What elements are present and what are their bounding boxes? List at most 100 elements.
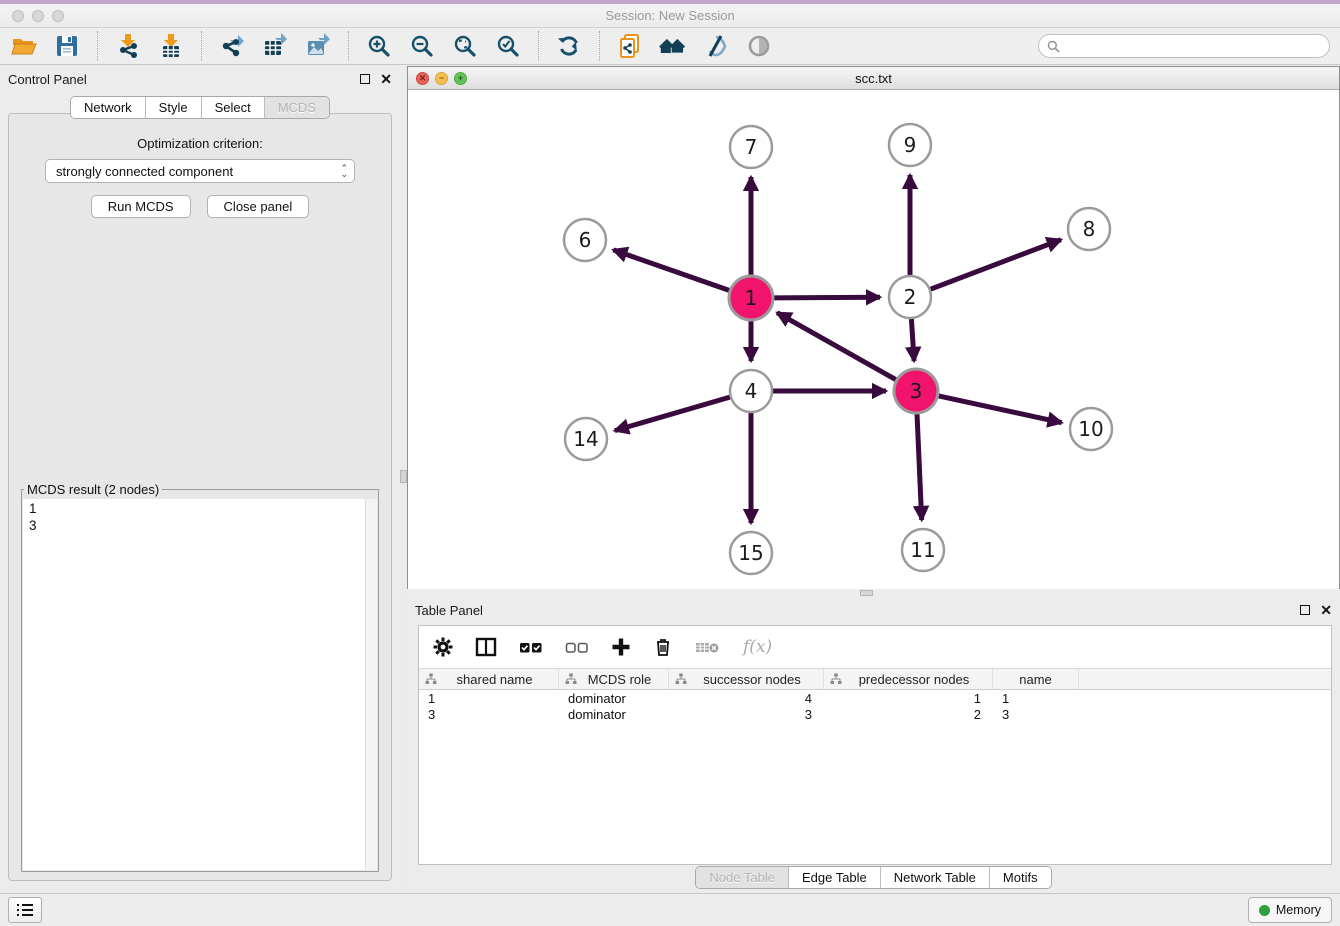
zoom-selected-button[interactable]: [494, 32, 522, 60]
tab-mcds[interactable]: MCDS: [264, 97, 329, 118]
node-label: 14: [573, 427, 598, 451]
close-panel-icon[interactable]: ✕: [380, 74, 392, 84]
graph-node-9[interactable]: 9: [889, 124, 931, 166]
control-panel-title: Control Panel: [8, 72, 360, 87]
graph-node-2[interactable]: 2: [889, 276, 931, 318]
zoom-out-button[interactable]: [408, 32, 436, 60]
cell-MCDS-role[interactable]: dominator: [559, 707, 669, 722]
close-panel-icon[interactable]: ✕: [1320, 605, 1332, 615]
refresh-layout-button[interactable]: [555, 32, 583, 60]
cell-predecessor-nodes[interactable]: 1: [824, 691, 993, 706]
mcds-result-title: MCDS result (2 nodes): [24, 482, 162, 497]
cell-MCDS-role[interactable]: dominator: [559, 691, 669, 706]
graph-node-14[interactable]: 14: [565, 418, 607, 460]
table-settings-button[interactable]: [433, 637, 453, 657]
select-all-button[interactable]: [519, 637, 543, 657]
save-floppy-icon: [54, 33, 80, 59]
close-panel-button[interactable]: Close panel: [207, 195, 310, 218]
tab-network-table[interactable]: Network Table: [880, 867, 989, 888]
result-scrollbar[interactable]: [365, 499, 377, 870]
memory-button[interactable]: Memory: [1248, 897, 1332, 923]
export-network-button[interactable]: [218, 32, 246, 60]
cell-predecessor-nodes[interactable]: 2: [824, 707, 993, 722]
node-label: 15: [738, 541, 763, 565]
vertical-splitter[interactable]: [400, 66, 407, 888]
graph-node-11[interactable]: 11: [902, 529, 944, 571]
float-panel-icon[interactable]: [360, 74, 370, 84]
graph-node-10[interactable]: 10: [1070, 408, 1112, 450]
graph-edge-1-2[interactable]: [773, 297, 880, 298]
home-button[interactable]: [659, 32, 687, 60]
zoom-fit-button[interactable]: [451, 32, 479, 60]
search-field[interactable]: [1038, 34, 1330, 58]
column-header-shared-name[interactable]: shared name: [419, 669, 559, 689]
table-toolbar: f(x): [419, 626, 1331, 668]
graph-edge-2-3[interactable]: [911, 319, 914, 361]
graph-edge-3-1[interactable]: [777, 313, 897, 380]
table-panel-header: Table Panel ✕: [407, 597, 1340, 623]
mcds-result-list[interactable]: 1 3: [23, 499, 365, 870]
network-window-titlebar[interactable]: ✕ − + scc.txt: [408, 67, 1339, 90]
table-panel-title: Table Panel: [415, 603, 1300, 618]
graph-node-8[interactable]: 8: [1068, 208, 1110, 250]
export-image-button[interactable]: [304, 32, 332, 60]
float-panel-icon[interactable]: [1300, 605, 1310, 615]
splitter-handle[interactable]: [860, 590, 873, 596]
cell-shared-name[interactable]: 3: [419, 707, 559, 722]
graph-node-7[interactable]: 7: [730, 126, 772, 168]
horizontal-splitter[interactable]: [407, 589, 1340, 597]
column-tree-icon: [425, 673, 437, 685]
graph-edge-4-14[interactable]: [615, 397, 730, 430]
cell-shared-name[interactable]: 1: [419, 691, 559, 706]
toolbar-separator: [348, 31, 349, 61]
task-history-button[interactable]: [8, 897, 42, 923]
column-header-predecessor-nodes[interactable]: predecessor nodes: [824, 669, 993, 689]
show-graphics-button[interactable]: [745, 32, 773, 60]
save-session-button[interactable]: [53, 32, 81, 60]
tab-style[interactable]: Style: [145, 97, 201, 118]
clone-network-button[interactable]: [616, 32, 644, 60]
export-table-button[interactable]: [261, 32, 289, 60]
control-panel: Control Panel ✕ NetworkStyleSelectMCDS O…: [0, 66, 400, 888]
import-network-button[interactable]: [114, 32, 142, 60]
import-table-button[interactable]: [157, 32, 185, 60]
zoom-out-icon: [409, 33, 435, 59]
tab-select[interactable]: Select: [201, 97, 264, 118]
open-session-button[interactable]: [10, 32, 38, 60]
zoom-in-button[interactable]: [365, 32, 393, 60]
graph-node-6[interactable]: 6: [564, 219, 606, 261]
graph-node-4[interactable]: 4: [730, 370, 772, 412]
table-row[interactable]: 1dominator411: [419, 690, 1331, 706]
tab-edge-table[interactable]: Edge Table: [788, 867, 880, 888]
column-header-MCDS-role[interactable]: MCDS role: [559, 669, 669, 689]
graph-edge-2-8[interactable]: [931, 240, 1061, 290]
criterion-select[interactable]: strongly connected component ⌃⌄: [45, 159, 355, 183]
column-header-name[interactable]: name: [993, 669, 1079, 689]
create-column-button[interactable]: [611, 637, 631, 657]
column-header-successor-nodes[interactable]: successor nodes: [669, 669, 824, 689]
graph-edge-3-10[interactable]: [937, 396, 1061, 423]
cell-successor-nodes[interactable]: 3: [669, 707, 824, 722]
network-canvas[interactable]: 7 9 6 8 1 2 4 3 14 10 15 11: [408, 90, 1339, 589]
graph-node-1[interactable]: 1: [729, 276, 773, 320]
show-columns-button[interactable]: [475, 637, 497, 657]
hide-graphics-button[interactable]: [702, 32, 730, 60]
tab-network[interactable]: Network: [71, 97, 145, 118]
search-input[interactable]: [1065, 38, 1321, 55]
graph-node-3[interactable]: 3: [894, 369, 938, 413]
network-graph[interactable]: 7 9 6 8 1 2 4 3 14 10 15 11: [408, 90, 1339, 589]
table-row[interactable]: 3dominator323: [419, 706, 1331, 722]
node-table-container: f(x) shared nameMCDS rolesuccessor nodes…: [418, 625, 1332, 865]
cell-successor-nodes[interactable]: 4: [669, 691, 824, 706]
run-mcds-button[interactable]: Run MCDS: [91, 195, 191, 218]
graph-node-15[interactable]: 15: [730, 532, 772, 574]
deselect-all-button[interactable]: [565, 637, 589, 657]
cell-name[interactable]: 3: [993, 707, 1079, 722]
cell-name[interactable]: 1: [993, 691, 1079, 706]
graph-edge-1-6[interactable]: [613, 250, 730, 291]
splitter-handle[interactable]: [400, 470, 407, 483]
tab-node-table[interactable]: Node Table: [696, 867, 788, 888]
delete-column-button[interactable]: [653, 637, 673, 657]
tab-motifs[interactable]: Motifs: [989, 867, 1051, 888]
graph-edge-3-11[interactable]: [917, 413, 922, 520]
